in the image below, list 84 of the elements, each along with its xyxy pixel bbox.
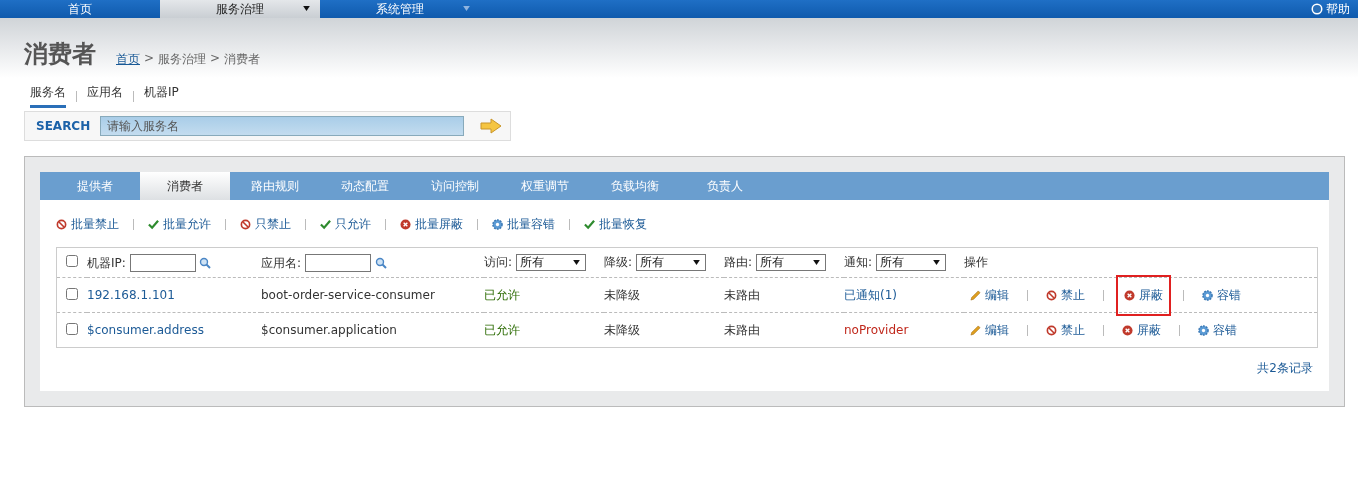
search-icon[interactable] [199,256,212,269]
page-title: 消费者 [24,39,96,70]
column-header: 应用名: [261,255,302,269]
filter-field[interactable] [304,253,371,272]
table-cell: $consumer.application [261,323,397,337]
column-header: 路由: [724,255,753,269]
prohibited-icon [1046,289,1057,301]
table-cell: 未路由 [724,287,760,302]
check-icon [584,219,595,230]
breadcrumb-item: 服务治理 [158,51,207,68]
row-checkbox[interactable] [66,322,78,335]
column-header: 访问: [484,255,513,269]
table-cell: 已允许 [484,322,520,337]
action-link[interactable]: 禁止 [1040,317,1091,343]
notify-status: noProvider [844,323,909,337]
action-link[interactable]: 屏蔽 [1116,274,1171,316]
table-cell: 未降级 [604,322,640,337]
prohibited-icon [56,219,67,230]
close-circle-icon [1122,324,1133,336]
tab[interactable]: 消费者 [140,172,230,200]
ip-link[interactable]: 192.168.1.101 [87,288,175,302]
action-link[interactable]: 禁止 [1040,282,1091,308]
pencil-icon [970,324,981,336]
prohibited-icon [1046,324,1057,336]
column-header: 操作 [964,255,988,269]
help-icon[interactable] [1311,3,1323,15]
search-tab[interactable]: 机器IP [144,84,179,108]
check-icon [320,219,331,230]
caret-icon [692,260,700,265]
column-header: 降级: [604,255,633,269]
column-header: 机器IP: [87,255,126,269]
caret-icon [572,260,580,265]
table-cell: 已允许 [484,287,520,302]
toolbar-link[interactable]: 只禁止 [255,216,291,233]
caret-icon [303,6,310,11]
breadcrumb-item: 消费者 [224,51,261,68]
action-link[interactable]: 容错 [1192,317,1243,343]
breadcrumb-separator: > [144,51,155,67]
toolbar-link[interactable]: 批量禁止 [71,216,119,233]
nav-item[interactable]: 服务治理 [160,0,320,18]
nav-item[interactable]: 系统管理 [320,0,480,18]
pencil-icon [970,289,981,301]
ip-link[interactable]: $consumer.address [87,323,204,337]
filter-dropdown[interactable]: 所有 [515,254,586,271]
search-field[interactable]: 请输入服务名 [100,116,465,136]
table-cell: boot-order-service-consumer [261,288,435,302]
column-header: 通知: [844,255,873,269]
caret-icon [932,260,940,265]
breadcrumb-separator: > [210,51,221,67]
toolbar-link[interactable]: 批量恢复 [599,216,647,233]
toolbar-link[interactable]: 批量允许 [163,216,211,233]
filter-field[interactable] [129,253,196,272]
caret-icon [812,260,820,265]
select-all-checkbox[interactable] [66,255,78,267]
toolbar-link[interactable]: 只允许 [335,216,371,233]
help-link[interactable]: 帮助 [1326,0,1350,18]
table-cell: 未降级 [604,287,640,302]
close-circle-icon [400,219,411,230]
gear-icon [1202,289,1213,301]
action-link[interactable]: 编辑 [964,317,1015,343]
action-link[interactable]: 编辑 [964,282,1015,308]
notify-status: 已通知(1) [844,287,897,302]
gear-icon [1198,324,1209,336]
action-link[interactable]: 容错 [1196,282,1247,308]
toolbar-link[interactable]: 批量屏蔽 [415,216,463,233]
close-circle-icon [1124,289,1135,301]
action-link[interactable]: 屏蔽 [1116,317,1167,343]
search-tab[interactable]: 服务名 [30,84,66,108]
filter-dropdown[interactable]: 所有 [635,254,706,271]
table-cell: 未路由 [724,322,760,337]
filter-dropdown[interactable]: 所有 [875,254,946,271]
toolbar-link[interactable]: 批量容错 [507,216,555,233]
search-label: SEARCH [36,119,91,133]
search-icon[interactable] [374,256,387,269]
filter-dropdown[interactable]: 所有 [755,254,826,271]
record-count: 共2条记录 [1257,361,1313,375]
row-checkbox[interactable] [66,287,78,300]
prohibited-icon [240,219,251,230]
check-icon [148,219,159,230]
breadcrumb-link[interactable]: 首页 [116,51,140,68]
nav-item[interactable]: 首页 [0,0,160,18]
search-tab[interactable]: 应用名 [87,84,123,108]
caret-icon [463,6,470,11]
gear-icon [492,219,503,230]
